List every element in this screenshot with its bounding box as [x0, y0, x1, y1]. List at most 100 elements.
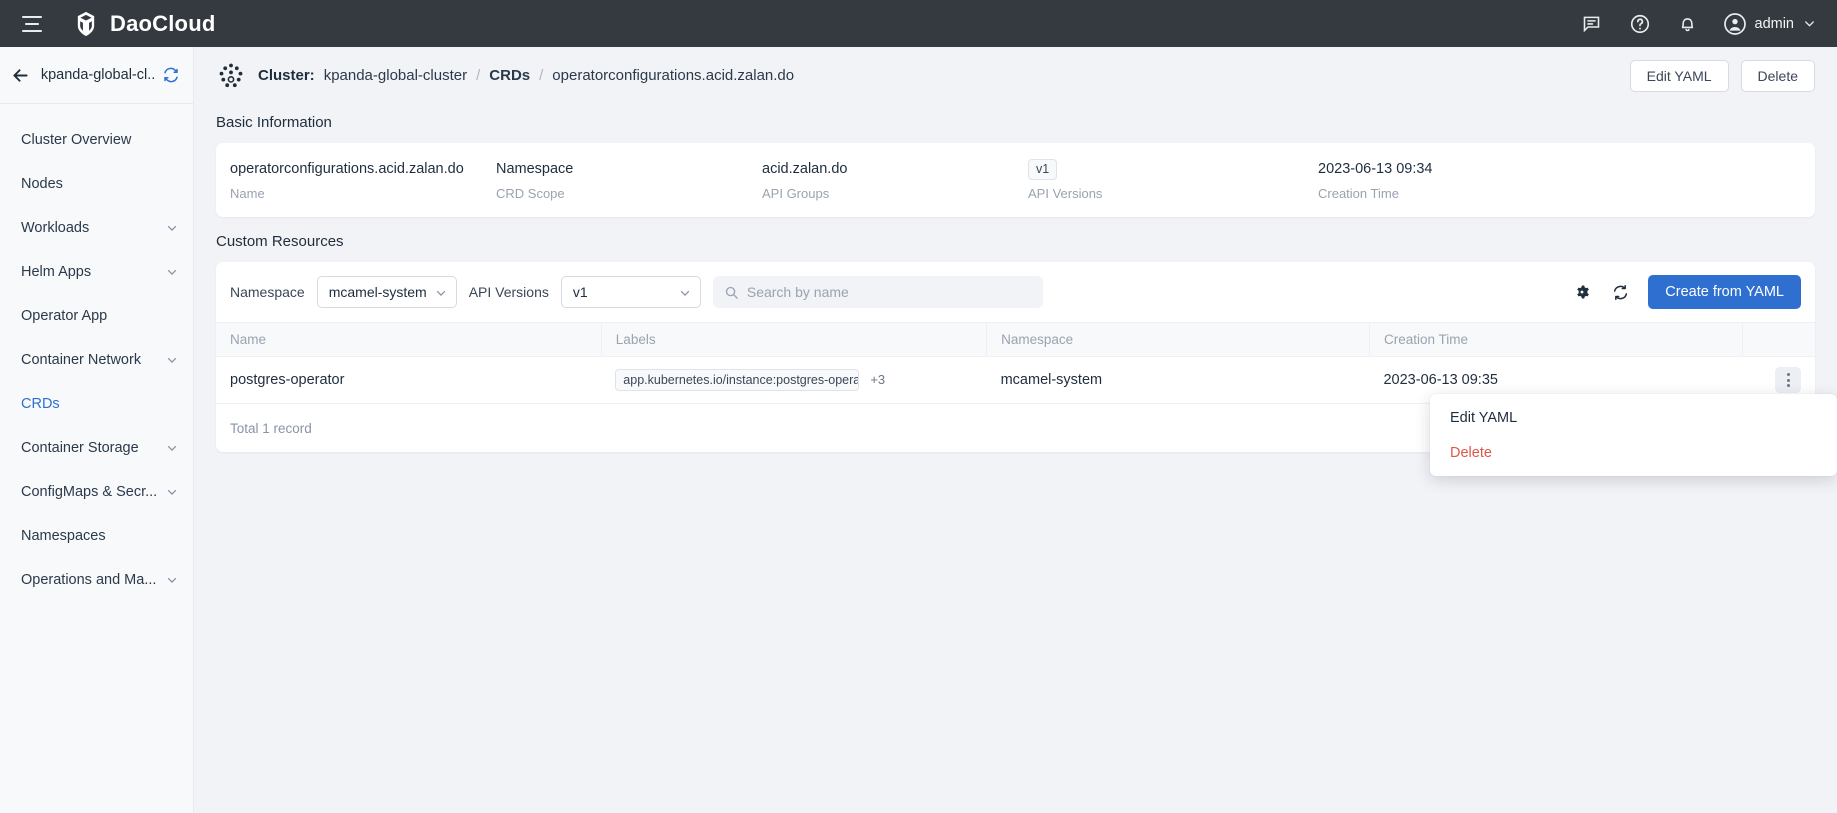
search-icon	[725, 286, 738, 299]
label-chip[interactable]: app.kubernetes.io/instance:postgres-oper…	[615, 369, 860, 391]
basic-field-name: operatorconfigurations.acid.zalan.do Nam…	[230, 160, 496, 201]
chevron-down-icon	[1805, 21, 1814, 27]
sidebar-item-crds[interactable]: CRDs	[0, 382, 193, 426]
sidebar-item-label: Operations and Ma...	[21, 572, 157, 588]
search-input[interactable]: Search by name	[712, 276, 1043, 308]
context-menu-item-delete[interactable]: Delete	[1430, 435, 1837, 470]
api-versions-filter-label: API Versions	[468, 284, 549, 300]
column-header-creation-time[interactable]: Creation Time	[1369, 322, 1744, 357]
sidebar-item-label: Workloads	[21, 220, 90, 236]
namespace-select[interactable]: mcamel-system	[316, 276, 457, 308]
column-header-actions	[1742, 322, 1815, 357]
column-header-name[interactable]: Name	[216, 322, 602, 357]
breadcrumb-separator: /	[539, 67, 544, 84]
sidebar-item-container-storage[interactable]: Container Storage	[0, 426, 193, 470]
sidebar-item-operator-app[interactable]: Operator App	[0, 294, 193, 338]
row-actions-kebab-icon[interactable]	[1775, 367, 1801, 393]
sync-icon[interactable]	[162, 65, 181, 85]
sidebar-item-label: CRDs	[21, 396, 60, 412]
basic-field-api-versions: v1 API Versions	[1028, 158, 1318, 201]
namespace-filter-label: Namespace	[230, 284, 305, 300]
bell-icon[interactable]	[1675, 11, 1701, 37]
cell-labels: app.kubernetes.io/instance:postgres-oper…	[601, 356, 987, 404]
brand-name: DaoCloud	[110, 10, 216, 36]
sidebar-item-label: Operator App	[21, 308, 108, 324]
sidebar-item-container-network[interactable]: Container Network	[0, 338, 193, 382]
topbar-actions: admin	[1579, 11, 1837, 37]
brand-logo[interactable]: DaoCloud	[72, 10, 215, 38]
sidebar-item-label: Namespaces	[21, 528, 106, 544]
sidebar: kpanda-global-cl... Cluster Overview Nod…	[0, 47, 194, 813]
table-header-row: Name Labels Namespace Creation Time	[216, 322, 1815, 357]
custom-resources-title: Custom Resources	[216, 233, 344, 250]
user-name: admin	[1754, 15, 1795, 32]
custom-resources-toolbar: Namespace mcamel-system API Versions v1 …	[216, 262, 1815, 322]
breadcrumb-bar: Cluster: kpanda-global-cluster / CRDs / …	[194, 47, 1837, 104]
chevron-down-icon	[436, 290, 445, 296]
basic-field-value: Namespace	[496, 161, 574, 177]
breadcrumb-actions: Edit YAML Delete	[1629, 59, 1815, 92]
total-record-count: Total 1 record	[230, 420, 312, 436]
sidebar-item-label: Cluster Overview	[21, 132, 132, 148]
basic-field-api-groups: acid.zalan.do API Groups	[762, 160, 1028, 201]
create-from-yaml-button[interactable]: Create from YAML	[1648, 275, 1801, 309]
context-menu-item-edit-yaml[interactable]: Edit YAML	[1430, 400, 1837, 435]
help-icon[interactable]	[1627, 11, 1653, 37]
top-navigation-bar: DaoCloud admin	[0, 0, 1837, 47]
breadcrumb-cluster[interactable]: kpanda-global-cluster	[324, 67, 467, 84]
sidebar-item-operations-and-maintenance[interactable]: Operations and Ma...	[0, 558, 193, 602]
sidebar-item-label: Helm Apps	[21, 264, 92, 280]
column-header-labels[interactable]: Labels	[601, 322, 988, 357]
custom-resources-table: Name Labels Namespace Creation Time post…	[216, 322, 1815, 404]
basic-field-label: API Groups	[762, 185, 830, 201]
basic-field-value: operatorconfigurations.acid.zalan.do	[230, 161, 464, 177]
breadcrumb: Cluster: kpanda-global-cluster / CRDs / …	[258, 67, 794, 84]
sidebar-item-label: Container Storage	[21, 440, 139, 456]
basic-information-card: operatorconfigurations.acid.zalan.do Nam…	[216, 143, 1815, 217]
chevron-down-icon	[167, 577, 177, 583]
user-menu[interactable]: admin	[1723, 12, 1818, 36]
chevron-down-icon	[167, 225, 177, 231]
basic-information-row: operatorconfigurations.acid.zalan.do Nam…	[216, 143, 1815, 217]
gear-icon[interactable]	[1572, 282, 1592, 302]
avatar	[1723, 12, 1746, 35]
basic-field-label: CRD Scope	[496, 185, 565, 201]
menu-icon[interactable]	[14, 6, 50, 42]
chevron-down-icon	[680, 290, 690, 296]
sidebar-item-label: Container Network	[21, 352, 142, 368]
chevron-down-icon	[167, 489, 177, 495]
basic-field-value-wrapper: v1	[1028, 158, 1318, 180]
sidebar-item-workloads[interactable]: Workloads	[0, 206, 193, 250]
edit-yaml-button[interactable]: Edit YAML	[1629, 59, 1729, 92]
api-versions-select[interactable]: v1	[560, 276, 701, 308]
delete-button[interactable]: Delete	[1740, 59, 1815, 92]
refresh-icon[interactable]	[1610, 282, 1630, 302]
sidebar-nav: Cluster Overview Nodes Workloads Helm Ap…	[0, 104, 193, 602]
cluster-dots-icon	[219, 63, 243, 87]
basic-field-creation-time: 2023-06-13 09:34 Creation Time	[1318, 160, 1608, 201]
sidebar-item-label: Nodes	[21, 176, 63, 192]
sidebar-item-namespaces[interactable]: Namespaces	[0, 514, 193, 558]
sidebar-item-configmaps-secrets[interactable]: ConfigMaps & Secr...	[0, 470, 193, 514]
cell-name: postgres-operator	[216, 356, 602, 404]
breadcrumb-separator: /	[476, 67, 481, 84]
basic-information-title: Basic Information	[216, 114, 332, 131]
sidebar-item-helm-apps[interactable]: Helm Apps	[0, 250, 193, 294]
column-header-namespace[interactable]: Namespace	[986, 322, 1370, 357]
label-more-count[interactable]: +3	[870, 372, 885, 387]
chevron-down-icon	[167, 357, 177, 363]
toolbar-right-actions: Create from YAML	[1572, 275, 1801, 309]
sidebar-item-nodes[interactable]: Nodes	[0, 162, 193, 206]
namespace-select-value: mcamel-system	[328, 284, 427, 300]
basic-field-label: Creation Time	[1318, 185, 1399, 201]
back-arrow-icon[interactable]	[8, 62, 33, 88]
sidebar-item-cluster-overview[interactable]: Cluster Overview	[0, 118, 193, 162]
sidebar-cluster-name: kpanda-global-cl...	[40, 67, 154, 83]
sidebar-cluster-header: kpanda-global-cl...	[0, 47, 193, 104]
chat-icon[interactable]	[1579, 11, 1605, 37]
api-version-tag: v1	[1028, 158, 1058, 180]
row-context-menu: Edit YAML Delete	[1430, 394, 1837, 476]
sidebar-item-label: ConfigMaps & Secr...	[21, 484, 158, 500]
basic-field-label: API Versions	[1028, 185, 1103, 201]
breadcrumb-crds[interactable]: CRDs	[489, 67, 530, 84]
